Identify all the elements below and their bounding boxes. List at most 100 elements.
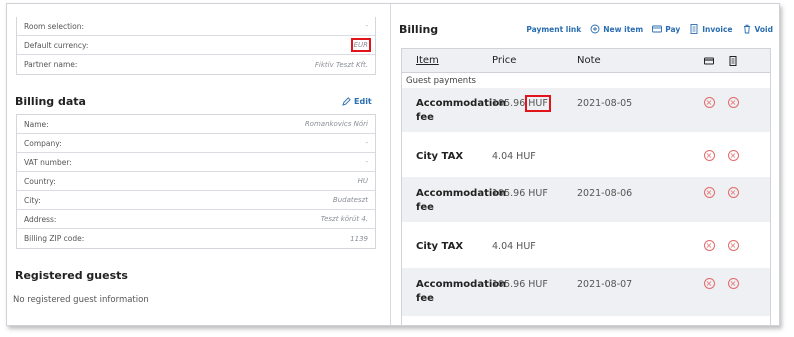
item-price: 105.96 HUF: [492, 95, 577, 112]
field-label: Name:: [24, 119, 49, 129]
billing-items-table: Item Price Note Guest payments Accommoda…: [401, 48, 771, 325]
field-value: HU: [357, 177, 368, 185]
item-note: 2021-08-05: [577, 98, 633, 109]
column-header-pay: [697, 56, 721, 66]
close-icon: ×: [727, 97, 739, 108]
remove-payment-button[interactable]: ×: [697, 187, 721, 198]
default-currency-value: EUR: [350, 38, 372, 52]
item-name: Accommodation fee: [416, 188, 507, 213]
table-row: Accommodation fee 105.96 HUF 2021-08-06 …: [402, 177, 770, 224]
invoice-label: Invoice: [702, 24, 733, 34]
city-row: City: Budateszt: [17, 191, 375, 210]
column-header-invoice: [721, 55, 745, 66]
invoice-icon: [729, 55, 737, 66]
field-label: Room selection:: [24, 21, 84, 31]
close-icon: ×: [703, 150, 715, 161]
item-price: 105.96 HUF: [492, 279, 548, 290]
field-label: Partner name:: [24, 60, 78, 69]
close-icon: ×: [703, 278, 715, 289]
close-icon: ×: [703, 240, 715, 251]
partner-name-row: Partner name: Fiktív Teszt Kft.: [17, 55, 375, 74]
item-price: 105.96 HUF: [492, 188, 548, 199]
zip-code-row: Billing ZIP code: 1139: [17, 229, 375, 248]
new-item-label: New item: [603, 24, 644, 34]
field-value: Romankovics Nóri: [304, 120, 368, 128]
trash-icon: [743, 24, 750, 34]
vat-number-row: VAT number: -: [17, 153, 375, 172]
item-note: 2021-08-06: [577, 188, 633, 199]
new-item-button[interactable]: New item: [590, 24, 643, 34]
item-name: City TAX: [416, 151, 464, 162]
remove-invoice-button[interactable]: ×: [721, 97, 745, 108]
item-price: 4.04 HUF: [492, 241, 536, 252]
invoice-button[interactable]: Invoice: [689, 24, 733, 34]
billing-title: Billing: [399, 23, 439, 36]
void-button[interactable]: Void: [742, 24, 773, 34]
remove-payment-button[interactable]: ×: [697, 150, 721, 161]
group-label-guest-payments: Guest payments: [406, 76, 476, 86]
invoice-icon: [690, 24, 698, 34]
item-price: 4.04 HUF: [492, 151, 536, 162]
remove-invoice-button[interactable]: ×: [721, 278, 745, 289]
field-value: 1139: [350, 234, 368, 243]
payment-link-label: Payment link: [526, 24, 582, 34]
field-label: Country:: [24, 176, 56, 186]
room-selection-row: Room selection: -: [17, 17, 375, 36]
table-row: Accommodation fee 105.96 HUF 2021-08-07 …: [402, 268, 770, 318]
card-icon: [704, 57, 714, 64]
billing-data-box: Name: Romankovics Nóri Company: - VAT nu…: [16, 114, 376, 249]
field-value: Teszt körút 4.: [320, 215, 368, 223]
remove-invoice-button[interactable]: ×: [721, 187, 745, 198]
edit-billing-data-button[interactable]: Edit: [342, 97, 372, 106]
price-amount: 105.96: [492, 98, 526, 109]
remove-payment-button[interactable]: ×: [697, 278, 721, 289]
pay-button[interactable]: Pay: [652, 24, 680, 34]
field-value: -: [365, 158, 368, 166]
field-label: City:: [24, 195, 41, 205]
pencil-icon: [342, 97, 351, 106]
left-panel: Room selection: - Default currency: EUR …: [7, 4, 387, 325]
close-icon: ×: [727, 187, 739, 198]
item-name: City TAX: [416, 241, 464, 252]
close-icon: ×: [727, 278, 739, 289]
table-header: Item Price Note: [402, 49, 770, 73]
field-label: VAT number:: [24, 157, 72, 167]
registered-guests-title: Registered guests: [15, 269, 128, 282]
address-row: Address: Teszt körút 4.: [17, 210, 375, 229]
room-info-box: Room selection: - Default currency: EUR …: [16, 17, 376, 75]
close-icon: ×: [727, 150, 739, 161]
field-label: Company:: [24, 138, 62, 148]
item-name: Accommodation fee: [416, 279, 507, 304]
plus-circle-icon: [590, 24, 600, 34]
billing-data-title: Billing data: [15, 95, 86, 108]
column-header-price: Price: [492, 55, 517, 66]
company-row: Company: -: [17, 134, 375, 153]
field-value: -: [365, 22, 368, 30]
booking-details-window: Room selection: - Default currency: EUR …: [6, 3, 780, 326]
remove-payment-button[interactable]: ×: [697, 97, 721, 108]
field-value: -: [365, 139, 368, 147]
price-currency: HUF: [525, 95, 551, 112]
remove-invoice-button[interactable]: ×: [721, 150, 745, 161]
card-icon: [652, 25, 663, 33]
country-row: Country: HU: [17, 172, 375, 191]
table-row: City TAX 4.04 HUF × ×: [402, 134, 770, 177]
pay-label: Pay: [665, 24, 681, 34]
column-header-note: Note: [577, 55, 601, 66]
close-icon: ×: [727, 240, 739, 251]
remove-payment-button[interactable]: ×: [697, 240, 721, 251]
table-row: Accommodation fee 105.96 HUF 2021-08-05 …: [402, 88, 770, 134]
field-label: Default currency:: [24, 40, 89, 50]
item-name: Accommodation fee: [416, 98, 507, 123]
payment-link-button[interactable]: Payment link: [526, 25, 581, 34]
column-header-item[interactable]: Item: [402, 55, 492, 66]
billing-panel: Billing Payment link New item Pay Invoic…: [390, 4, 779, 325]
close-icon: ×: [703, 187, 715, 198]
name-row: Name: Romankovics Nóri: [17, 115, 375, 134]
field-value: Budateszt: [332, 196, 368, 204]
edit-label: Edit: [354, 97, 372, 106]
field-label: Address:: [24, 214, 57, 224]
remove-invoice-button[interactable]: ×: [721, 240, 745, 251]
field-label: Billing ZIP code:: [24, 234, 85, 243]
item-note: 2021-08-07: [577, 279, 633, 290]
